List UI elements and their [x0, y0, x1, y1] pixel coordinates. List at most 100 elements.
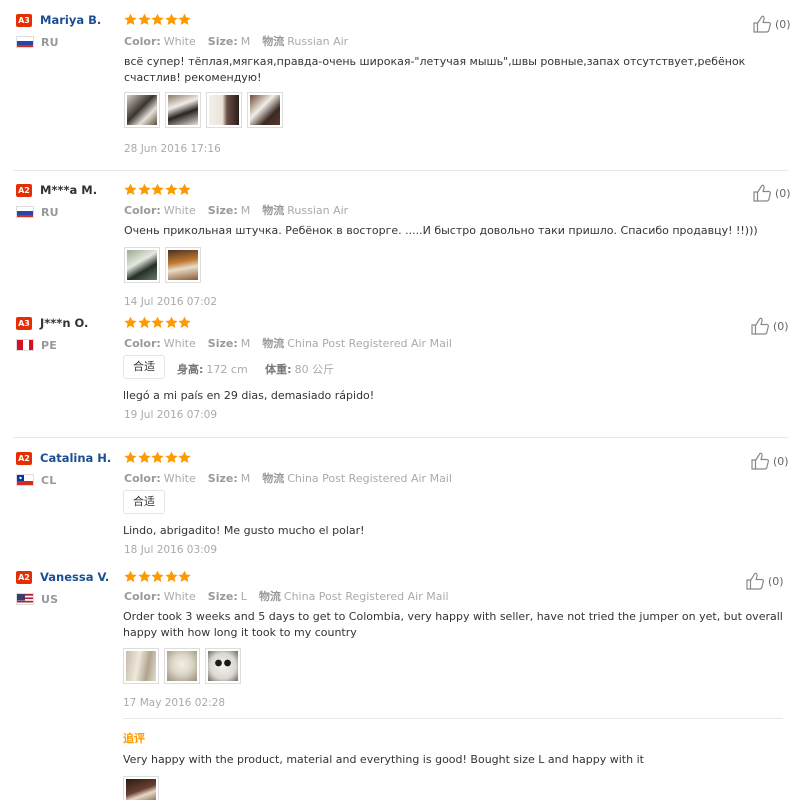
helpful-count: (0)	[773, 319, 789, 333]
helpful-button[interactable]: (0)	[752, 183, 791, 203]
star-icon	[124, 183, 137, 196]
reviewer-name[interactable]: Catalina H.	[40, 451, 111, 465]
review-text: всё супер! тёплая,мягкая,правда-очень ши…	[124, 55, 746, 84]
helpful-button[interactable]: (0)	[750, 451, 789, 471]
star-icon	[178, 13, 191, 26]
reviewer-info: A3 Mariya B. RU	[16, 12, 121, 49]
country-code: RU	[41, 35, 59, 49]
flag-cl-icon	[16, 474, 34, 486]
star-icon	[178, 183, 191, 196]
followup-photos	[123, 776, 164, 800]
purchase-attributes: Color: White Size: L 物流 China Post Register…	[124, 590, 449, 603]
helpful-button[interactable]: (0)	[752, 14, 791, 34]
purchase-attributes: Color: White Size: M 物流 Russian Air	[124, 204, 349, 217]
buyer-level-badge: A2	[16, 183, 32, 197]
star-icon	[151, 183, 164, 196]
attr-color: White	[163, 204, 196, 217]
attr-size: M	[240, 35, 251, 48]
review-photo[interactable]	[247, 92, 283, 128]
thumbs-up-icon	[751, 452, 769, 470]
star-icon	[178, 451, 191, 464]
star-rating	[124, 183, 192, 197]
review-text: Очень прикольная штучка. Ребёнок в восто…	[124, 224, 758, 237]
review-photos	[124, 247, 206, 283]
review-date: 17 May 2016 02:28	[123, 697, 226, 709]
country-code: US	[41, 592, 59, 606]
reviewer-info: A2 Vanessa V. US	[16, 569, 121, 606]
review-date: 19 Jul 2016 07:09	[124, 409, 218, 421]
country-code: CL	[41, 473, 57, 487]
purchase-attributes: Color: White Size: M 物流 China Post Register…	[124, 337, 452, 350]
star-icon	[151, 570, 164, 583]
country-code: RU	[41, 205, 59, 219]
attr-shipping: Russian Air	[287, 35, 349, 48]
flag-pe-icon	[16, 339, 34, 351]
attr-shipping: China Post Registered Air Mail	[287, 472, 452, 485]
body-measurements: 身高: 172 cm 体重: 80 公斤	[177, 363, 335, 376]
attr-shipping: China Post Registered Air Mail	[287, 337, 452, 350]
review-text: llegó a mi país en 29 dias, demasiado rá…	[123, 389, 375, 402]
review-date: 18 Jul 2016 03:09	[124, 544, 218, 556]
flag-ru-icon	[16, 36, 34, 48]
review-photos	[124, 92, 288, 128]
attr-size: M	[240, 337, 251, 350]
star-icon	[137, 316, 151, 329]
star-icon	[124, 451, 137, 464]
attr-color: White	[163, 590, 196, 603]
star-icon	[164, 316, 178, 329]
reviewer-name[interactable]: Mariya B.	[40, 13, 101, 27]
helpful-button[interactable]: (0)	[745, 571, 784, 591]
buyer-level-badge: A2	[16, 451, 32, 465]
helpful-count: (0)	[775, 186, 791, 200]
purchase-attributes: Color: White Size: M 物流 Russian Air	[124, 35, 349, 48]
review-photo[interactable]	[164, 648, 200, 684]
star-icon	[151, 316, 164, 329]
star-icon	[137, 13, 151, 26]
star-icon	[151, 451, 164, 464]
star-icon	[164, 451, 178, 464]
reviewer-info: A3 J***n O. PE	[16, 315, 121, 352]
star-rating	[124, 316, 192, 330]
star-icon	[137, 570, 151, 583]
review-photo[interactable]	[206, 92, 242, 128]
helpful-button[interactable]: (0)	[750, 316, 789, 336]
purchase-attributes: Color: White Size: M 物流 China Post Register…	[124, 472, 452, 485]
flag-us-icon	[16, 593, 34, 605]
reviewer-name: J***n O.	[40, 316, 89, 330]
thumbs-up-icon	[753, 15, 771, 33]
star-icon	[124, 316, 137, 329]
review-divider	[13, 437, 788, 438]
review-photo[interactable]	[165, 92, 201, 128]
body-weight: 80 公斤	[294, 363, 335, 376]
star-rating	[124, 13, 192, 27]
star-rating	[124, 570, 192, 584]
star-icon	[124, 570, 137, 583]
star-icon	[151, 13, 164, 26]
star-icon	[164, 570, 178, 583]
attr-shipping: Russian Air	[287, 204, 349, 217]
country-code: PE	[41, 338, 57, 352]
review-photo[interactable]	[124, 92, 160, 128]
review-divider	[13, 170, 788, 171]
reviewer-name: M***a M.	[40, 183, 98, 197]
review-photo[interactable]	[123, 648, 159, 684]
attr-color: White	[163, 35, 196, 48]
attr-size: L	[240, 590, 247, 603]
review-photo[interactable]	[205, 648, 241, 684]
reviewer-name[interactable]: Vanessa V.	[40, 570, 109, 584]
buyer-level-badge: A3	[16, 13, 32, 27]
helpful-count: (0)	[768, 574, 784, 588]
review-photo[interactable]	[124, 247, 160, 283]
star-icon	[178, 570, 191, 583]
review-photo[interactable]	[123, 776, 159, 800]
followup-divider	[123, 718, 783, 719]
review-photo[interactable]	[165, 247, 201, 283]
star-icon	[137, 183, 151, 196]
attr-color: White	[163, 337, 196, 350]
buyer-level-badge: A2	[16, 570, 32, 584]
star-rating	[124, 451, 192, 465]
star-icon	[178, 316, 191, 329]
followup-label: 追评	[123, 732, 145, 745]
review-date: 28 Jun 2016 17:16	[124, 143, 221, 155]
fit-tag: 合适	[123, 490, 165, 514]
